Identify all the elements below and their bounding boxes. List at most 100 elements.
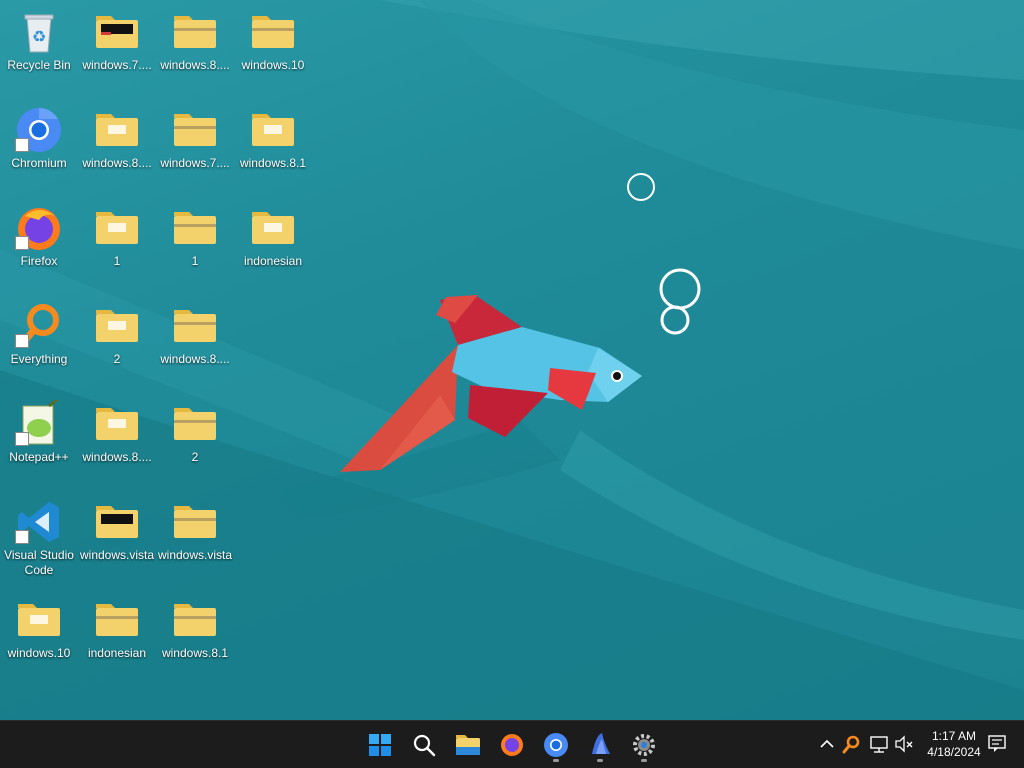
desktop-icon-zip-folder[interactable]: windows.8.... bbox=[156, 0, 234, 96]
zip-folder-icon bbox=[174, 604, 216, 636]
taskbar-chromium[interactable] bbox=[538, 727, 574, 763]
desktop-icon-label: 1 bbox=[113, 254, 121, 268]
fish-app-icon bbox=[592, 733, 610, 754]
desktop-icon-chromium[interactable]: Chromium bbox=[0, 98, 78, 194]
zip-folder-icon bbox=[252, 16, 294, 48]
desktop-icon-label: windows.8.... bbox=[160, 352, 230, 366]
desktop-icon-folder[interactable]: 1 bbox=[78, 196, 156, 292]
desktop-icon-recycle-bin[interactable]: ♻ Recycle Bin bbox=[0, 0, 78, 96]
running-indicator bbox=[597, 759, 603, 762]
desktop-icon-zip-folder[interactable]: windows.8.1 bbox=[156, 588, 234, 684]
desktop-icon-label: 2 bbox=[191, 450, 199, 464]
desktop-icon-zip-folder[interactable]: windows.8.... bbox=[156, 294, 234, 390]
desktop-icon-label: Visual Studio Code bbox=[4, 548, 74, 577]
shortcut-arrow-icon bbox=[15, 236, 29, 250]
desktop-icon-firefox[interactable]: Firefox bbox=[0, 196, 78, 292]
desktop-icon-notepadpp[interactable]: Notepad++ bbox=[0, 392, 78, 488]
shortcut-arrow-icon bbox=[15, 334, 29, 348]
desktop-icon-folder[interactable]: windows.7.... bbox=[78, 0, 156, 96]
taskbar-firefox[interactable] bbox=[494, 727, 530, 763]
svg-text:♻: ♻ bbox=[32, 27, 46, 46]
file-explorer-icon bbox=[456, 735, 480, 755]
folder-icon bbox=[96, 212, 138, 244]
desktop-icon-label: 1 bbox=[191, 254, 199, 268]
desktop-icon-label: windows.vista bbox=[157, 548, 233, 562]
desktop-icon-label: windows.10 bbox=[241, 58, 305, 72]
firefox-icon bbox=[501, 734, 523, 756]
desktop-icon-label: windows.7.... bbox=[82, 58, 152, 72]
desktop-icon-zip-folder[interactable]: windows.vista bbox=[156, 490, 234, 586]
folder-icon bbox=[252, 212, 294, 244]
desktop-icon-label: windows.8.... bbox=[82, 450, 152, 464]
desktop-icon-label: Everything bbox=[10, 352, 68, 366]
zip-folder-icon bbox=[174, 114, 216, 146]
desktop-icon-label: windows.8.... bbox=[160, 58, 230, 72]
shortcut-arrow-icon bbox=[15, 432, 29, 446]
desktop-icon-label: windows.10 bbox=[7, 646, 71, 660]
desktop-icon-label: indonesian bbox=[87, 646, 147, 660]
desktop-icon-zip-folder[interactable]: windows.7.... bbox=[156, 98, 234, 194]
taskbar-settings[interactable] bbox=[626, 727, 662, 763]
folder-icon bbox=[96, 506, 138, 538]
desktop-icon-label: windows.8.1 bbox=[161, 646, 229, 660]
desktop-icon-folder[interactable]: windows.8.... bbox=[78, 98, 156, 194]
desktop-icon-folder[interactable]: windows.vista bbox=[78, 490, 156, 586]
desktop-icon-folder[interactable]: windows.8.... bbox=[78, 392, 156, 488]
desktop-icon-label: windows.8.1 bbox=[239, 156, 307, 170]
taskbar-file-explorer[interactable] bbox=[450, 727, 486, 763]
network-icon[interactable] bbox=[868, 733, 890, 755]
desktop-icon-folder[interactable]: 2 bbox=[78, 294, 156, 390]
desktop-icon-zip-folder[interactable]: indonesian bbox=[78, 588, 156, 684]
shortcut-arrow-icon bbox=[15, 530, 29, 544]
notification-icon[interactable] bbox=[986, 733, 1008, 755]
desktop-icon-folder[interactable]: windows.8.1 bbox=[234, 98, 312, 194]
zip-folder-icon bbox=[174, 506, 216, 538]
clock-time: 1:17 AM bbox=[931, 729, 977, 743]
desktop-icon-label: Recycle Bin bbox=[7, 58, 71, 72]
shortcut-arrow-icon bbox=[15, 138, 29, 152]
clock-date: 4/18/2024 bbox=[927, 745, 981, 759]
chevron-up-icon[interactable] bbox=[816, 733, 838, 755]
desktop-icon-everything[interactable]: Everything bbox=[0, 294, 78, 390]
desktop-icon-folder[interactable]: windows.10 bbox=[0, 588, 78, 684]
zip-folder-icon bbox=[174, 212, 216, 244]
folder-icon bbox=[96, 16, 138, 48]
zip-folder-icon bbox=[174, 16, 216, 48]
desktop-icon-label: windows.vista bbox=[79, 548, 155, 562]
desktop[interactable]: ♻ Recycle Bin Chromium Firefox Everythin… bbox=[0, 0, 1024, 720]
everything-search-icon[interactable] bbox=[840, 733, 862, 755]
desktop-icon-label: Firefox bbox=[20, 254, 58, 268]
start-button[interactable] bbox=[362, 727, 398, 763]
running-indicator bbox=[641, 759, 647, 762]
zip-folder-icon bbox=[174, 408, 216, 440]
desktop-icon-label: windows.7.... bbox=[160, 156, 230, 170]
recycle-bin-icon: ♻ bbox=[24, 14, 54, 53]
chromium-icon bbox=[544, 733, 568, 757]
folder-icon bbox=[96, 310, 138, 342]
settings-icon bbox=[633, 734, 655, 756]
search-icon bbox=[413, 734, 436, 757]
desktop-icon-zip-folder[interactable]: windows.10 bbox=[234, 0, 312, 96]
folder-icon bbox=[18, 604, 60, 636]
desktop-icon-folder[interactable]: indonesian bbox=[234, 196, 312, 292]
desktop-icon-zip-folder[interactable]: 2 bbox=[156, 392, 234, 488]
desktop-icon-zip-folder[interactable]: 1 bbox=[156, 196, 234, 292]
taskbar: 1:17 AM 4/18/2024 bbox=[0, 720, 1024, 768]
desktop-icon-label: 2 bbox=[113, 352, 121, 366]
desktop-icon-label: Notepad++ bbox=[9, 450, 69, 464]
folder-icon bbox=[96, 114, 138, 146]
volume-muted-icon[interactable] bbox=[893, 733, 915, 755]
zip-folder-icon bbox=[96, 604, 138, 636]
clock[interactable]: 1:17 AM 4/18/2024 bbox=[922, 728, 986, 760]
desktop-icon-label: windows.8.... bbox=[82, 156, 152, 170]
zip-folder-icon bbox=[174, 310, 216, 342]
desktop-icon-vscode[interactable]: Visual Studio Code bbox=[0, 490, 78, 594]
desktop-icon-label: indonesian bbox=[243, 254, 303, 268]
taskbar-fish-app[interactable] bbox=[582, 727, 618, 763]
folder-icon bbox=[252, 114, 294, 146]
desktop-icon-label: Chromium bbox=[11, 156, 67, 170]
folder-icon bbox=[96, 408, 138, 440]
search-button[interactable] bbox=[406, 727, 442, 763]
running-indicator bbox=[553, 759, 559, 762]
start-icon bbox=[369, 734, 391, 756]
